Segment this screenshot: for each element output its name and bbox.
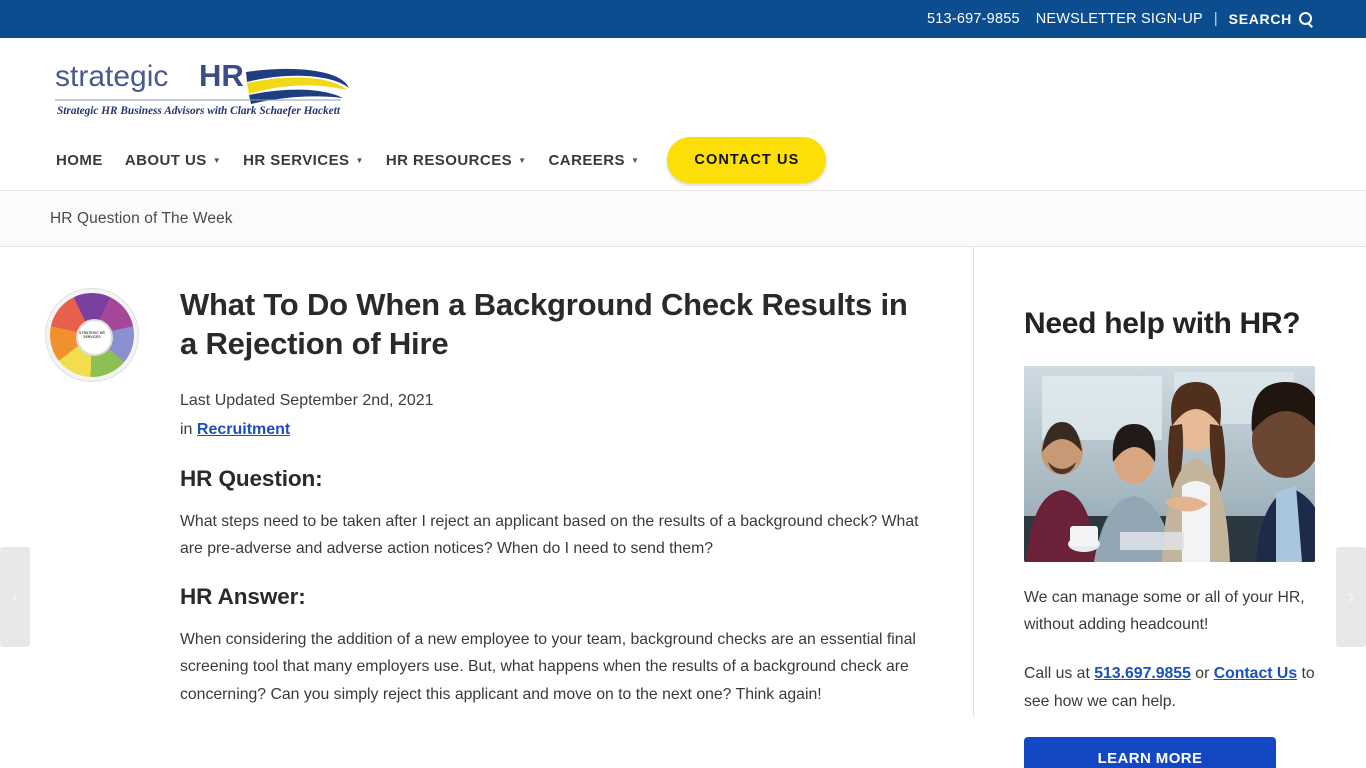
chevron-down-icon: ▼ — [518, 156, 527, 165]
category-link-recruitment[interactable]: Recruitment — [197, 421, 290, 438]
search-icon — [1299, 11, 1314, 27]
logo-tagline: Strategic HR Business Advisors with Clar… — [57, 105, 341, 117]
nav-item-careers[interactable]: CAREERS ▼ — [549, 152, 640, 169]
category-prefix: in — [180, 420, 197, 438]
nav-item-about-us-label: ABOUT US — [124, 151, 207, 169]
sidebar-paragraph-1: We can manage some or all of your HR, wi… — [1024, 589, 1305, 634]
sidebar-phone-link[interactable]: 513.697.9855 — [1094, 665, 1191, 682]
sidebar-paragraph-2: Call us at 513.697.9855 or Contact Us to… — [1024, 660, 1320, 714]
sidebar-learn-more-button[interactable]: LEARN MORE — [1024, 736, 1276, 768]
page-content: ‹ › STRATEGIC HR SERVICES What To Do Whe… — [0, 247, 1366, 768]
sidebar-title: Need help with HR? — [1024, 307, 1301, 340]
hr-wheel-icon: STRATEGIC HR SERVICES — [50, 293, 134, 377]
sidebar: Need help with HR? We can manage some or… — [974, 247, 1366, 768]
article-badge-column: STRATEGIC HR SERVICES — [50, 285, 180, 717]
nav-item-careers-label: CAREERS — [548, 151, 625, 169]
hr-question-text: What steps need to be taken after I reje… — [180, 512, 919, 558]
chevron-down-icon: ▼ — [631, 156, 640, 165]
hr-question-heading: HR Question: — [180, 465, 323, 491]
article-meta: Last Updated September 2nd, 2021 in Recr… — [180, 386, 923, 444]
breadcrumb-bar: HR Question of The Week — [0, 191, 1366, 247]
chevron-right-icon: › — [1347, 586, 1355, 608]
chevron-down-icon: ▼ — [355, 156, 364, 165]
chevron-left-icon: ‹ — [11, 586, 19, 608]
hr-wheel-inner-label: STRATEGIC HR SERVICES — [79, 330, 105, 339]
page-title: What To Do When a Background Check Resul… — [180, 287, 908, 362]
site-logo[interactable]: strategic HR Strategic HR Business Advis… — [51, 50, 351, 120]
nav-item-hr-services[interactable]: HR SERVICES ▼ — [243, 152, 364, 169]
nav-item-home[interactable]: HOME — [56, 152, 103, 169]
article-category-line: in Recruitment — [180, 415, 923, 444]
last-updated-date: September 2nd, 2021 — [279, 391, 434, 409]
carousel-prev-button[interactable]: ‹ — [0, 547, 30, 647]
site-header: strategic HR Strategic HR Business Advis… — [0, 38, 1366, 191]
hr-answer-text: When considering the addition of a new e… — [180, 631, 916, 703]
article-last-updated: Last Updated September 2nd, 2021 — [180, 386, 923, 415]
sidebar-contact-us-link[interactable]: Contact Us — [1214, 665, 1297, 682]
call-middle: or — [1190, 665, 1214, 683]
svg-text:HR: HR — [199, 58, 244, 93]
svg-text:strategic: strategic — [55, 60, 168, 93]
main-navigation: HOME ABOUT US ▼ HR SERVICES ▼ HR RESOURC… — [56, 137, 827, 183]
call-prefix: Call us at — [1024, 665, 1095, 683]
top-utility-bar: 513-697-9855 NEWSLETTER SIGN-UP | SEARCH — [0, 0, 1366, 38]
topbar-separator: | — [1213, 11, 1218, 27]
sidebar-photo — [1024, 366, 1315, 563]
nav-item-hr-services-label: HR SERVICES — [243, 151, 350, 169]
search-label: SEARCH — [1228, 11, 1292, 27]
breadcrumb[interactable]: HR Question of The Week — [50, 210, 233, 228]
business-meeting-handshake-photo — [1024, 366, 1315, 563]
nav-item-hr-resources[interactable]: HR RESOURCES ▼ — [386, 152, 527, 169]
search-button[interactable]: SEARCH — [1229, 11, 1314, 27]
hr-answer-heading: HR Answer: — [180, 584, 306, 610]
logo-graphic: strategic HR Strategic HR Business Advis… — [55, 58, 349, 117]
chevron-down-icon: ▼ — [212, 156, 222, 165]
contact-us-button[interactable]: CONTACT US — [667, 137, 827, 183]
nav-item-hr-resources-label: HR RESOURCES — [385, 151, 513, 169]
article-body: What To Do When a Background Check Resul… — [180, 285, 923, 717]
last-updated-prefix: Last Updated — [180, 391, 280, 409]
nav-item-home-label: HOME — [56, 151, 103, 169]
topbar-phone-link[interactable]: 513-697-9855 — [927, 11, 1020, 27]
carousel-next-button[interactable]: › — [1336, 547, 1366, 647]
newsletter-signup-link[interactable]: NEWSLETTER SIGN-UP — [1036, 11, 1203, 27]
nav-item-about-us[interactable]: ABOUT US ▼ — [125, 152, 221, 169]
article-column: STRATEGIC HR SERVICES What To Do When a … — [0, 247, 974, 717]
